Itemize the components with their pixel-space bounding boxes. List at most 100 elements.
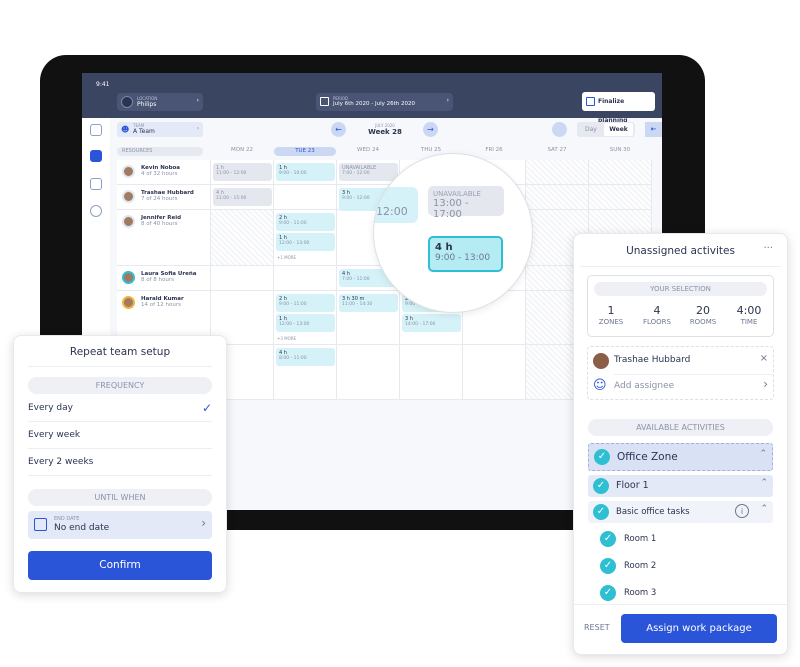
chevron-right-icon: › xyxy=(196,125,199,132)
event-block[interactable]: 3 h 30 m 11:00 - 14:30 xyxy=(339,294,398,312)
activity-room[interactable]: ✓ Room 3 xyxy=(598,582,773,604)
calendar-cell[interactable] xyxy=(526,185,589,210)
repeat-team-setup-card: Repeat team setup FREQUENCY Every day ✓ Ev… xyxy=(13,335,227,593)
app-header: 9:41 LOCATION Philips › PERIOD July 6th … xyxy=(82,73,662,124)
check-icon: ✓ xyxy=(594,449,610,465)
activity-room[interactable]: ✓ Room 1 xyxy=(598,528,773,550)
activity-floor-1[interactable]: ✓ Floor 1 ⌃ xyxy=(588,475,773,497)
activity-office-zone[interactable]: ✓ Office Zone ⌃ xyxy=(588,443,773,471)
resource-hours: 14 of 12 hours xyxy=(141,302,182,308)
finalize-label: Finalize planning xyxy=(598,98,628,124)
calendar-cell[interactable] xyxy=(274,266,337,291)
chevron-up-icon: ⌃ xyxy=(760,504,768,514)
resources-header: RESOURCES xyxy=(117,147,203,156)
schedule-icon[interactable] xyxy=(90,178,102,190)
period-selector[interactable]: PERIOD July 6th 2020 - July 26th 2020 › xyxy=(316,93,453,111)
reset-button[interactable]: RESET xyxy=(584,623,610,632)
more-link[interactable]: +3 MORE xyxy=(277,336,296,341)
add-assignee-button[interactable]: Add assignee xyxy=(614,381,674,391)
event-title: 4 h xyxy=(435,242,453,253)
option-label: Every day xyxy=(28,403,73,413)
user-icon[interactable] xyxy=(90,205,102,217)
day-header[interactable]: TUE 23 xyxy=(274,147,336,156)
event-block[interactable]: 1 h 12:00 - 13:00 xyxy=(276,314,335,332)
event-block[interactable]: 1 h 12:00 - 13:00 xyxy=(276,233,335,251)
team-selector[interactable]: ☻ TEAM A Team › xyxy=(117,122,203,137)
event-block[interactable]: 2 h9:00 - 11:00 xyxy=(276,213,335,231)
event-time: 11:00 - 14:30 xyxy=(342,302,373,307)
calendar-cell[interactable] xyxy=(589,185,652,210)
resource-row[interactable]: Harald Kumar 14 of 12 hours xyxy=(141,296,233,308)
magnified-event[interactable]: 4 h 9:00 - 13:00 xyxy=(428,236,503,272)
chevron-right-icon: › xyxy=(446,97,449,104)
event-time: 11:00 - 12:00 xyxy=(216,171,247,176)
event-time: 9:00 - 10:00 xyxy=(279,171,307,176)
calendar-check-icon xyxy=(586,97,595,106)
unavailable-title: UNAVAILABLE xyxy=(433,190,481,198)
frequency-header: FREQUENCY xyxy=(28,377,212,394)
event-time: 9:00 - 13:00 xyxy=(435,253,491,263)
stat-label: FLOORS xyxy=(642,318,671,326)
info-icon[interactable]: i xyxy=(735,504,749,518)
location-selector[interactable]: LOCATION Philips › xyxy=(117,93,203,111)
event-time: 9:00 - 11:00 xyxy=(279,221,307,226)
stat-value: 4:00 xyxy=(736,304,762,317)
activity-label: Room 1 xyxy=(624,534,657,544)
check-icon: ✓ xyxy=(600,531,616,547)
calendar-cell[interactable] xyxy=(337,345,400,400)
end-date-value: No end date xyxy=(54,523,110,533)
event-block[interactable]: 3 h 14:00 - 17:00 xyxy=(402,314,461,332)
activity-basic-office-tasks[interactable]: ✓ Basic office tasks i ⌃ xyxy=(588,501,773,523)
finalize-planning-button[interactable]: Finalize planning xyxy=(582,92,655,124)
day-header[interactable]: SUN 30 xyxy=(589,147,651,153)
unavailable-block[interactable]: 4 h 11:00 - 15:00 xyxy=(213,188,272,206)
confirm-button[interactable]: Confirm xyxy=(28,551,212,580)
until-header: UNTIL WHEN xyxy=(28,489,212,506)
more-icon[interactable]: ··· xyxy=(763,243,773,254)
stat-label: ROOMS xyxy=(689,318,717,326)
day-header[interactable]: FRI 26 xyxy=(463,147,525,153)
calendar-cell[interactable] xyxy=(526,160,589,185)
calendar-cell[interactable] xyxy=(589,160,652,185)
selection-summary: YOUR SELECTION 1 ZONES 4 FLOORS 20 ROOMS 4:00 T… xyxy=(587,275,774,337)
resource-row[interactable]: Jennifer Reid 8 of 40 hours xyxy=(141,215,233,227)
day-header[interactable]: MON 22 xyxy=(211,147,273,153)
chevron-right-icon: › xyxy=(196,97,199,104)
event-block[interactable]: 1 h 9:00 - 10:00 xyxy=(276,163,335,181)
next-week-button[interactable]: → xyxy=(423,122,438,137)
event-time: 12:00 - 13:00 xyxy=(279,322,310,327)
day-header[interactable]: SAT 27 xyxy=(526,147,588,153)
calendar-cell[interactable] xyxy=(463,345,526,400)
event-block[interactable]: 4 h 8:00 - 11:00 xyxy=(276,348,335,366)
frequency-option[interactable]: Every day ✓ xyxy=(28,395,212,422)
remove-assignee-icon[interactable]: × xyxy=(760,353,768,364)
card-title: Unassigned activites xyxy=(626,245,735,257)
collapse-icon[interactable]: ⇤ xyxy=(645,122,662,137)
check-icon: ✓ xyxy=(600,585,616,601)
assign-work-package-button[interactable]: Assign work package xyxy=(621,614,777,643)
view-day[interactable]: Day xyxy=(585,126,597,133)
calendar-cell[interactable] xyxy=(274,185,337,210)
avatar xyxy=(122,296,135,309)
location-avatar xyxy=(121,96,133,108)
view-week[interactable]: Week xyxy=(604,123,633,136)
unavailable-block[interactable]: UNAVAILABLE 7:00 - 12:00 xyxy=(339,163,398,181)
unavailable-block[interactable]: 1 h 11:00 - 12:00 xyxy=(213,163,272,181)
event-block[interactable]: 2 h9:00 - 11:00 xyxy=(276,294,335,312)
end-date-selector[interactable]: END DATE No end date › xyxy=(28,511,212,539)
check-icon: ✓ xyxy=(593,504,609,520)
day-header[interactable]: WED 24 xyxy=(337,147,399,153)
prev-week-button[interactable]: ← xyxy=(331,122,346,137)
home-icon[interactable] xyxy=(90,124,102,136)
check-icon: ✓ xyxy=(201,401,212,415)
unavailable-time: 13:00 - 17:00 xyxy=(433,198,469,220)
planning-icon[interactable] xyxy=(90,150,102,162)
frequency-option[interactable]: Every 2 weeks xyxy=(28,449,212,476)
resource-row[interactable]: Laura Sofia Ureña 8 of 8 hours xyxy=(141,271,233,283)
calendar-sync-button[interactable] xyxy=(552,122,567,137)
activity-room[interactable]: ✓ Room 2 xyxy=(598,555,773,577)
calendar-cell[interactable] xyxy=(400,345,463,400)
unassigned-activities-card: Unassigned activites ··· YOUR SELECTION … xyxy=(573,233,788,655)
frequency-option[interactable]: Every week xyxy=(28,422,212,449)
more-link[interactable]: +1 MORE xyxy=(277,255,296,260)
